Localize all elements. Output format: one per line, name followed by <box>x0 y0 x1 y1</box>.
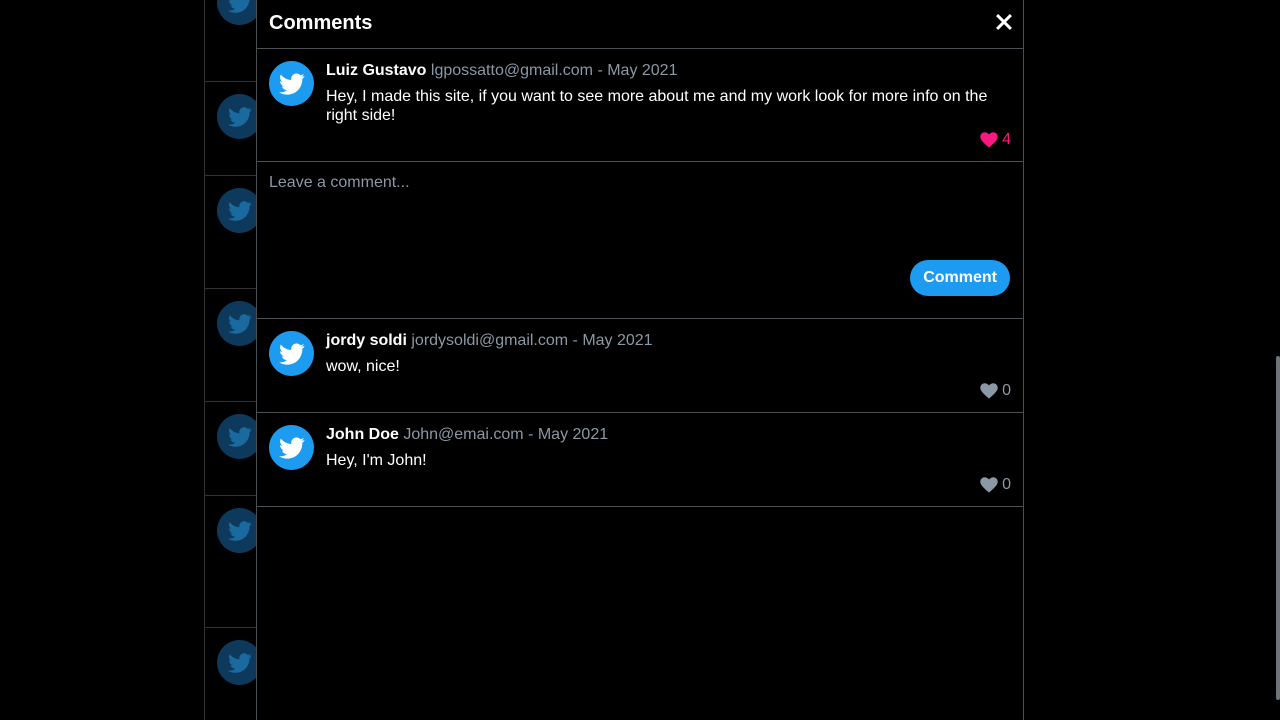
post-text: Hey, I made this site, if you want to se… <box>326 88 988 124</box>
comments-modal: Comments Luiz Gustavo lgpossatto@gmail.c… <box>256 0 1024 720</box>
like-button[interactable]: 0 <box>980 476 1011 494</box>
avatar[interactable] <box>269 425 314 470</box>
author-name[interactable]: Luiz Gustavo <box>326 62 426 79</box>
comment-text: Hey, I'm John! <box>326 452 427 469</box>
comment-item: jordy soldi jordysoldi@gmail.com - May 2… <box>257 319 1023 413</box>
like-button[interactable]: 0 <box>980 382 1011 400</box>
heart-icon <box>980 132 998 148</box>
comment-header: John Doe John@emai.com - May 2021 <box>326 426 608 444</box>
comment-header: jordy soldi jordysoldi@gmail.com - May 2… <box>326 332 653 350</box>
like-count: 4 <box>1002 131 1011 148</box>
like-count: 0 <box>1002 382 1011 399</box>
like-count: 0 <box>1002 476 1011 493</box>
post-header: Luiz Gustavo lgpossatto@gmail.com - May … <box>326 62 677 80</box>
close-icon <box>996 14 1012 30</box>
twitter-bird-icon <box>278 342 305 365</box>
author-meta: John@emai.com - May 2021 <box>403 426 609 443</box>
original-post: Luiz Gustavo lgpossatto@gmail.com - May … <box>257 49 1023 162</box>
like-button[interactable]: 4 <box>980 131 1011 149</box>
twitter-bird-icon <box>278 436 305 459</box>
modal-header: Comments <box>257 0 1023 49</box>
close-button[interactable] <box>995 13 1013 31</box>
author-name[interactable]: jordy soldi <box>326 332 407 349</box>
author-meta: lgpossatto@gmail.com - May 2021 <box>430 62 678 79</box>
avatar[interactable] <box>269 331 314 376</box>
modal-title: Comments <box>269 12 373 34</box>
page-scrollbar[interactable] <box>1276 356 1280 700</box>
comment-button[interactable]: Comment <box>910 260 1010 296</box>
comment-composer: Comment <box>257 162 1023 319</box>
twitter-bird-icon <box>278 72 305 95</box>
author-name[interactable]: John Doe <box>326 426 399 443</box>
author-meta: jordysoldi@gmail.com - May 2021 <box>411 332 653 349</box>
avatar[interactable] <box>269 61 314 106</box>
heart-icon <box>980 383 998 399</box>
comment-text: wow, nice! <box>326 358 400 375</box>
comment-input[interactable] <box>269 174 1009 244</box>
comment-item: John Doe John@emai.com - May 2021 Hey, I… <box>257 413 1023 507</box>
heart-icon <box>980 477 998 493</box>
